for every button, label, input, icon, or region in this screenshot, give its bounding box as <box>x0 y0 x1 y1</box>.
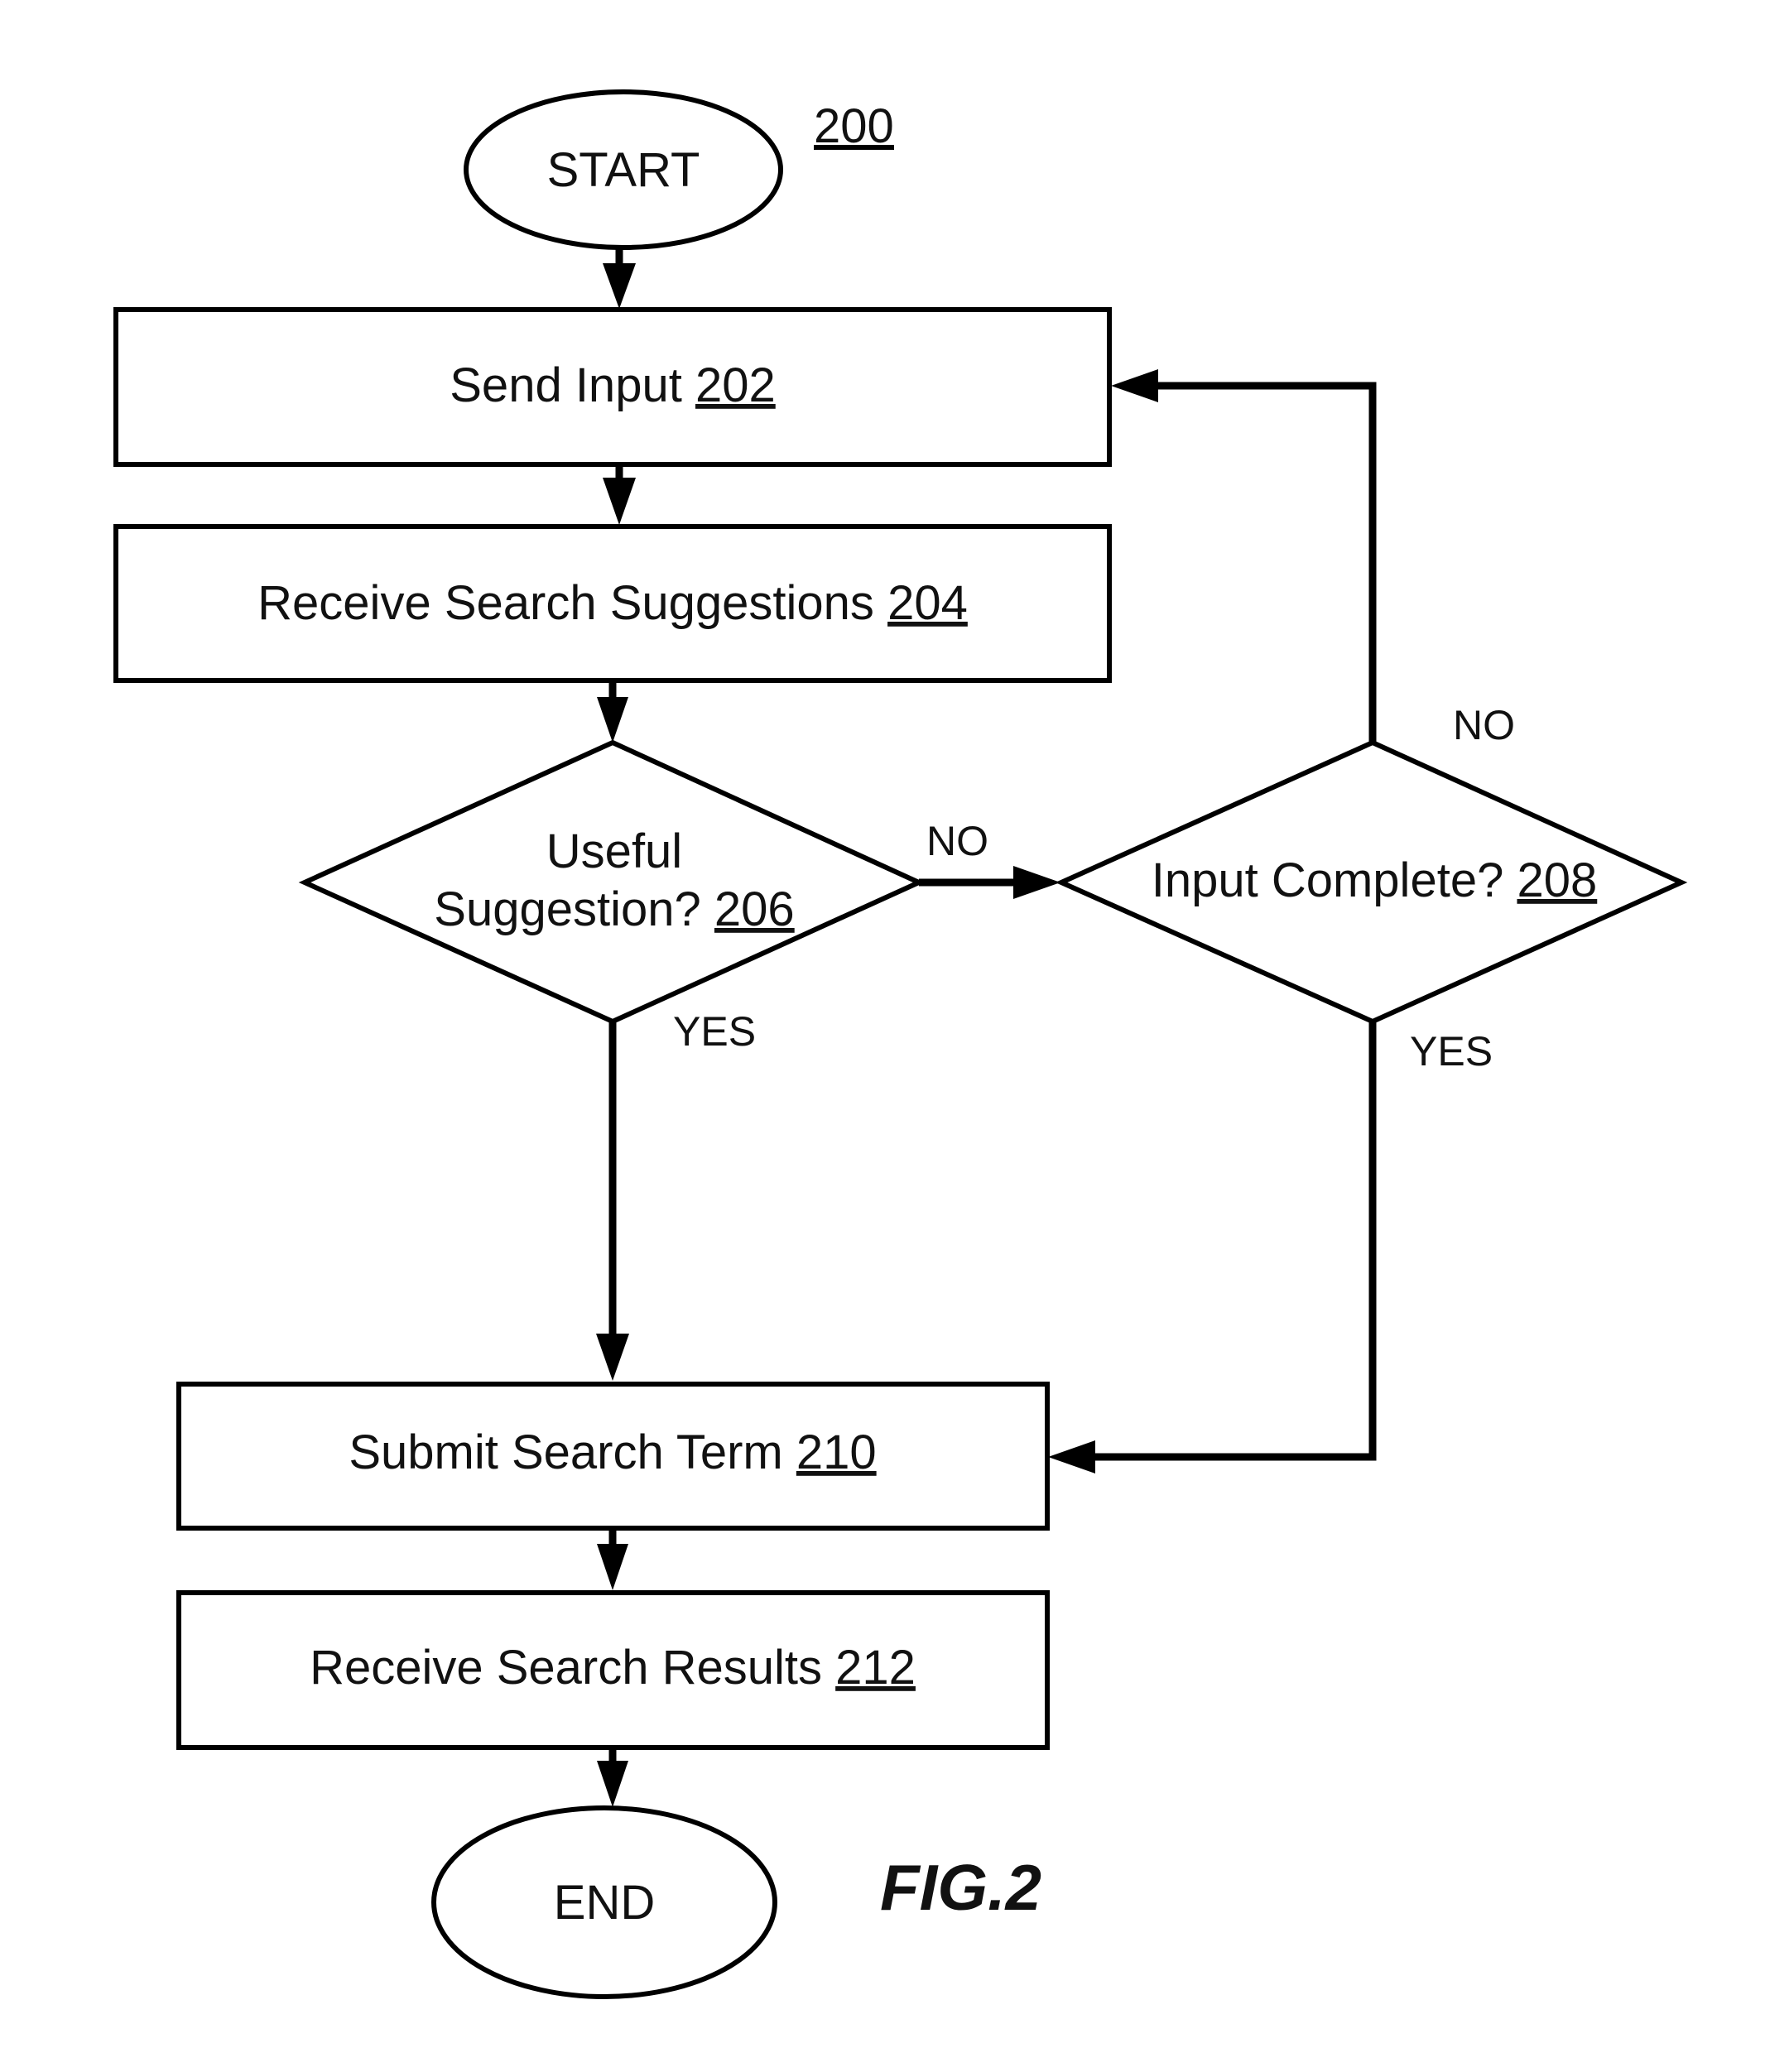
useful-suggestion-decision: Useful Suggestion? 206 <box>298 739 926 1025</box>
arrowhead-left-icon <box>1111 369 1158 402</box>
figure-reference: 200 <box>814 99 894 153</box>
useful-suggestion-line1: Useful <box>546 824 682 878</box>
connector-start-to-send-input <box>603 248 636 309</box>
useful-no-label: NO <box>926 818 988 864</box>
send-input-label: Send Input <box>450 358 682 412</box>
input-complete-text: Input Complete? 208 <box>1152 853 1598 907</box>
send-input-ref: 202 <box>695 358 776 412</box>
end-node: END <box>431 1805 777 1999</box>
receive-results-node: Receive Search Results 212 <box>176 1590 1050 1750</box>
send-input-text: Send Input 202 <box>450 358 775 412</box>
connector-useful-yes-to-submit: YES <box>596 1008 756 1381</box>
arrowhead-down-icon <box>597 697 628 743</box>
arrowhead-left-icon <box>1048 1440 1095 1473</box>
start-node: START <box>464 89 783 250</box>
submit-term-text: Submit Search Term 210 <box>349 1425 876 1479</box>
send-input-node: Send Input 202 <box>113 307 1112 467</box>
arrowhead-down-icon <box>596 1334 629 1381</box>
connector-useful-no-to-input-complete: NO <box>919 818 1060 899</box>
input-complete-label: Input Complete? <box>1152 853 1504 907</box>
receive-suggestions-label: Receive Search Suggestions <box>257 576 874 630</box>
complete-yes-label: YES <box>1410 1028 1493 1074</box>
receive-results-label: Receive Search Results <box>310 1641 822 1695</box>
receive-results-ref: 212 <box>835 1641 916 1695</box>
submit-term-node: Submit Search Term 210 <box>176 1382 1050 1531</box>
connector-results-to-end <box>597 1747 628 1807</box>
start-label: START <box>547 143 700 197</box>
useful-suggestion-ref: 206 <box>714 882 795 936</box>
connector-submit-to-results <box>597 1528 628 1590</box>
complete-no-label: NO <box>1453 702 1515 748</box>
useful-yes-label: YES <box>673 1008 756 1055</box>
connector-input-complete-no-to-send-input: NO <box>1111 369 1515 748</box>
arrowhead-right-icon <box>1013 866 1060 899</box>
arrowhead-down-icon <box>603 478 636 525</box>
submit-term-label: Submit Search Term <box>349 1425 782 1479</box>
arrowhead-down-icon <box>603 263 636 309</box>
receive-suggestions-ref: 204 <box>887 576 968 630</box>
useful-suggestion-label: Suggestion? <box>434 882 700 936</box>
receive-suggestions-node: Receive Search Suggestions 204 <box>113 524 1112 683</box>
end-label: END <box>554 1876 655 1930</box>
input-complete-ref: 208 <box>1517 853 1597 907</box>
receive-results-text: Receive Search Results 212 <box>310 1641 916 1695</box>
connector-input-complete-yes-to-submit: YES <box>1048 1022 1493 1473</box>
flowchart-figure: 200 START Send Input 202 Receive Search … <box>113 89 1688 1999</box>
useful-suggestion-line2: Suggestion? 206 <box>434 882 794 936</box>
figure-caption: FIG.2 <box>880 1851 1041 1924</box>
input-complete-decision: Input Complete? 208 <box>1055 739 1688 1025</box>
arrowhead-down-icon <box>597 1544 628 1590</box>
submit-term-ref: 210 <box>796 1425 877 1479</box>
connector-suggestions-to-useful <box>597 680 628 743</box>
receive-suggestions-text: Receive Search Suggestions 204 <box>257 576 968 630</box>
connector-send-input-to-suggestions <box>603 464 636 525</box>
connector-line <box>1091 1022 1377 1461</box>
arrowhead-down-icon <box>597 1761 628 1807</box>
connector-line <box>1155 382 1377 743</box>
